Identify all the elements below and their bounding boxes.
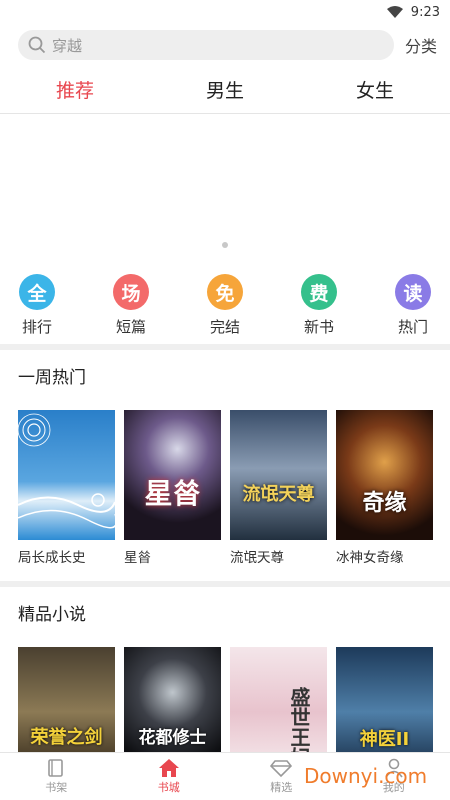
quick-item-hot[interactable]: 读 热门 xyxy=(388,274,438,344)
quick-item-new[interactable]: 费 新书 xyxy=(294,274,344,344)
finished-icon: 免 xyxy=(207,274,243,310)
short-icon: 场 xyxy=(113,274,149,310)
book-cover-title: 奇缘 xyxy=(362,491,407,516)
quick-entries: 全 排行 场 短篇 免 完结 费 新书 读 热门 xyxy=(0,274,450,344)
quick-item-short[interactable]: 场 短篇 xyxy=(106,274,156,344)
book-cover xyxy=(18,410,115,540)
book-icon xyxy=(48,759,64,777)
status-bar: 9:23 xyxy=(0,0,450,24)
quick-item-label: 完结 xyxy=(209,318,240,336)
book-cover-title: 荣誉之剑 xyxy=(30,727,103,748)
tab-male[interactable]: 男生 xyxy=(150,76,300,103)
category-button[interactable]: 分类 xyxy=(405,33,437,57)
book-cover-title: 流氓天尊 xyxy=(242,484,315,505)
carousel-indicator xyxy=(222,242,228,248)
book-cover-title: 星㫺 xyxy=(144,477,201,510)
tab-recommend[interactable]: 推荐 xyxy=(0,76,150,103)
nav-label: 精选 xyxy=(270,781,293,794)
nav-label: 书架 xyxy=(45,781,68,794)
watermark-logo: Downyi.com xyxy=(304,764,428,788)
quick-item-label: 新书 xyxy=(303,318,334,336)
book-card[interactable]: 局长成长史 xyxy=(18,410,115,566)
book-cover-title: 神医II xyxy=(359,729,410,750)
section-title: 一周热门 xyxy=(18,367,86,388)
book-title: 局长成长史 xyxy=(18,550,86,566)
status-time: 9:23 xyxy=(410,4,440,20)
book-cover: 奇缘 xyxy=(336,410,433,540)
quick-item-finished[interactable]: 免 完结 xyxy=(200,274,250,344)
quick-item-label: 排行 xyxy=(21,318,52,336)
home-icon xyxy=(158,759,179,777)
nav-label: 书城 xyxy=(157,781,180,794)
book-cover: 星㫺 xyxy=(124,410,221,540)
book-card[interactable]: 奇缘 冰神女奇缘 xyxy=(336,410,433,566)
section-title: 精品小说 xyxy=(18,604,86,625)
wifi-icon xyxy=(386,6,403,18)
nav-bookshelf[interactable]: 书架 xyxy=(0,753,113,800)
book-row-weekly: 局长成长史 星㫺 星㫺 流氓天尊 流氓天尊 奇缘 冰神女奇缘 xyxy=(0,400,450,566)
hot-icon: 读 xyxy=(395,274,431,310)
book-card[interactable]: 星㫺 星㫺 xyxy=(124,410,221,566)
banner-carousel[interactable] xyxy=(0,114,450,274)
book-card[interactable]: 流氓天尊 流氓天尊 xyxy=(230,410,327,566)
channel-tabs: 推荐 男生 女生 xyxy=(0,66,450,114)
search-input[interactable]: 穿越 xyxy=(18,30,394,60)
quick-item-ranking[interactable]: 全 排行 xyxy=(12,274,62,344)
book-cover: 流氓天尊 xyxy=(230,410,327,540)
tab-female[interactable]: 女生 xyxy=(300,76,450,103)
quick-item-label: 短篇 xyxy=(115,318,146,336)
new-icon: 费 xyxy=(301,274,337,310)
book-title: 流氓天尊 xyxy=(230,550,284,566)
quick-item-label: 热门 xyxy=(397,318,428,336)
ranking-icon: 全 xyxy=(19,274,55,310)
search-placeholder: 穿越 xyxy=(52,36,83,55)
book-title: 星㫺 xyxy=(124,550,151,566)
book-cover-title: 花都修士 xyxy=(138,728,207,748)
diamond-icon xyxy=(270,760,293,778)
nav-bookstore[interactable]: 书城 xyxy=(113,753,226,800)
search-row: 穿越 分类 xyxy=(0,24,450,66)
book-title: 冰神女奇缘 xyxy=(336,550,404,566)
search-icon xyxy=(28,36,46,54)
